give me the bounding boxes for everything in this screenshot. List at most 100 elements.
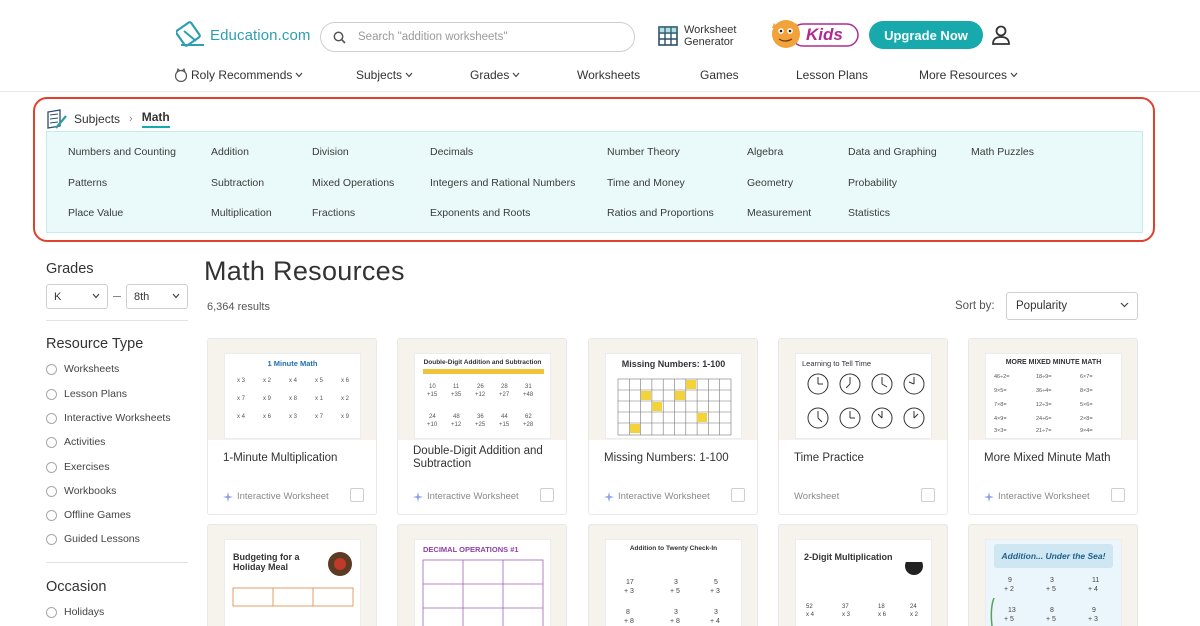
resource-card[interactable]: Missing Numbers: 1-100 Missing Numbers: … — [588, 338, 758, 515]
card-title[interactable]: Missing Numbers: 1-100 — [604, 452, 749, 465]
nav-subjects[interactable]: Subjects — [356, 68, 413, 82]
results-count: 6,364 results — [207, 301, 270, 313]
card-select-checkbox[interactable] — [921, 488, 935, 502]
card-select-checkbox[interactable] — [540, 488, 554, 502]
svg-text:x 2: x 2 — [341, 396, 350, 402]
svg-text:11: 11 — [453, 384, 460, 390]
nav-grades[interactable]: Grades — [470, 68, 520, 82]
topic-link[interactable]: Patterns — [68, 177, 107, 189]
resource-type-option[interactable]: Workbooks — [46, 485, 116, 497]
resource-type-option[interactable]: Worksheets — [46, 363, 119, 375]
svg-text:x 4: x 4 — [237, 414, 246, 420]
upgrade-now-button[interactable]: Upgrade Now — [869, 21, 983, 49]
topic-link[interactable]: Math Puzzles — [971, 146, 1034, 158]
topic-link[interactable]: Data and Graphing — [848, 146, 937, 158]
chevron-down-icon — [512, 72, 520, 78]
card-title[interactable]: Double-Digit Addition and Subtraction — [413, 445, 558, 471]
resource-type-option[interactable]: Activities — [46, 436, 105, 448]
topic-link[interactable]: Geometry — [747, 177, 793, 189]
resource-card[interactable]: Addition to Twenty Check-In 17 + 3 3 + 5 5 + … — [588, 524, 758, 626]
svg-text:x 3: x 3 — [237, 378, 246, 384]
resource-card[interactable]: Budgeting for a Holiday Meal — [207, 524, 377, 626]
card-select-checkbox[interactable] — [350, 488, 364, 502]
svg-text:18: 18 — [878, 604, 885, 610]
svg-text:2×8=: 2×8= — [1080, 416, 1093, 422]
resource-type-option[interactable]: Lesson Plans — [46, 388, 127, 400]
topic-link[interactable]: Statistics — [848, 207, 890, 219]
worksheet-generator-line1: Worksheet — [684, 24, 737, 36]
svg-text:+15: +15 — [499, 422, 510, 428]
worksheet-generator-link[interactable]: Worksheet Generator — [658, 24, 736, 48]
resource-card[interactable]: Double-Digit Addition and Subtraction 10… — [397, 338, 567, 515]
occasion-option[interactable]: Holidays — [46, 606, 104, 618]
svg-text:x 9: x 9 — [341, 414, 350, 420]
sparkle-icon — [223, 491, 233, 502]
topic-link[interactable]: Place Value — [68, 207, 123, 219]
topic-link[interactable]: Multiplication — [211, 207, 272, 219]
resource-card[interactable]: DECIMAL OPERATIONS #1 — [397, 524, 567, 626]
search-input[interactable] — [358, 31, 608, 43]
svg-text:36÷4=: 36÷4= — [1036, 388, 1051, 394]
svg-text:x 6: x 6 — [341, 378, 350, 384]
nav-games[interactable]: Games — [700, 68, 739, 82]
site-logo[interactable]: Education.com — [176, 20, 311, 50]
topic-link[interactable]: Fractions — [312, 207, 355, 219]
svg-text:x 6: x 6 — [878, 612, 887, 618]
resource-type-option[interactable]: Interactive Worksheets — [46, 412, 171, 424]
svg-text:x 3: x 3 — [289, 414, 298, 420]
topic-link[interactable]: Probability — [848, 177, 897, 189]
topic-link[interactable]: Numbers and Counting — [68, 146, 176, 158]
breadcrumb-separator: › — [129, 113, 133, 125]
svg-text:24: 24 — [429, 414, 436, 420]
svg-text:+ 3: + 3 — [624, 588, 634, 595]
card-title[interactable]: Time Practice — [794, 452, 939, 465]
svg-text:x 9: x 9 — [263, 396, 272, 402]
topic-link[interactable]: Algebra — [747, 146, 783, 158]
topic-link[interactable]: Time and Money — [607, 177, 685, 189]
user-account-icon[interactable] — [990, 24, 1012, 46]
topic-link[interactable]: Ratios and Proportions — [607, 207, 714, 219]
svg-text:37: 37 — [842, 604, 849, 610]
resource-card[interactable]: 2-Digit Multiplication 52 x 4 37 x 3 18 x 6 24… — [778, 524, 948, 626]
resource-card[interactable]: Addition... Under the Sea! 9 + 2 3 + 5 11 + 4… — [968, 524, 1138, 626]
resource-card[interactable]: 1 Minute Math x 3x 2x 4x 5x 6 x 7x 9x 8x… — [207, 338, 377, 515]
grade-to-select[interactable]: 8th — [126, 284, 188, 309]
resource-card[interactable]: Learning to Tell Time Time Practice Work… — [778, 338, 948, 515]
resource-card[interactable]: MORE MIXED MINUTE MATH 46÷2= 18÷9= 6×7= 9×… — [968, 338, 1138, 515]
nav-more-resources[interactable]: More Resources — [919, 68, 1018, 82]
topic-link[interactable]: Measurement — [747, 207, 811, 219]
svg-text:+ 4: + 4 — [710, 618, 720, 625]
card-select-checkbox[interactable] — [1111, 488, 1125, 502]
grade-from-select[interactable]: K — [46, 284, 108, 309]
card-title[interactable]: 1-Minute Multiplication — [223, 452, 368, 465]
topic-link[interactable]: Subtraction — [211, 177, 264, 189]
topic-link[interactable]: Integers and Rational Numbers — [430, 177, 575, 189]
topic-link[interactable]: Division — [312, 146, 349, 158]
topic-link[interactable]: Exponents and Roots — [430, 207, 530, 219]
radio-icon — [46, 509, 57, 521]
resource-type-option[interactable]: Offline Games — [46, 509, 131, 521]
svg-text:x 4: x 4 — [806, 612, 815, 618]
topic-link[interactable]: Addition — [211, 146, 249, 158]
svg-text:31: 31 — [525, 384, 532, 390]
svg-text:+12: +12 — [451, 422, 462, 428]
svg-text:7×8=: 7×8= — [994, 402, 1007, 408]
resource-type-option[interactable]: Exercises — [46, 461, 110, 473]
topic-link[interactable]: Mixed Operations — [312, 177, 394, 189]
topic-link[interactable]: Number Theory — [607, 146, 680, 158]
search-bar[interactable] — [320, 22, 635, 52]
breadcrumb-subjects[interactable]: Subjects — [74, 112, 120, 126]
resource-type-option[interactable]: Guided Lessons — [46, 533, 140, 545]
svg-text:26: 26 — [477, 384, 484, 390]
card-select-checkbox[interactable] — [731, 488, 745, 502]
card-title[interactable]: More Mixed Minute Math — [984, 452, 1129, 465]
nav-worksheets[interactable]: Worksheets — [577, 68, 640, 82]
nav-lesson-plans[interactable]: Lesson Plans — [796, 68, 868, 82]
kids-link[interactable]: Kids — [768, 17, 860, 51]
topic-link[interactable]: Decimals — [430, 146, 473, 158]
sort-select[interactable]: Popularity — [1006, 292, 1138, 320]
chevron-down-icon — [1010, 72, 1018, 78]
svg-text:+ 8: + 8 — [624, 618, 634, 625]
nav-roly-recommends[interactable]: Roly Recommends — [174, 68, 303, 82]
chevron-down-icon — [92, 293, 100, 299]
